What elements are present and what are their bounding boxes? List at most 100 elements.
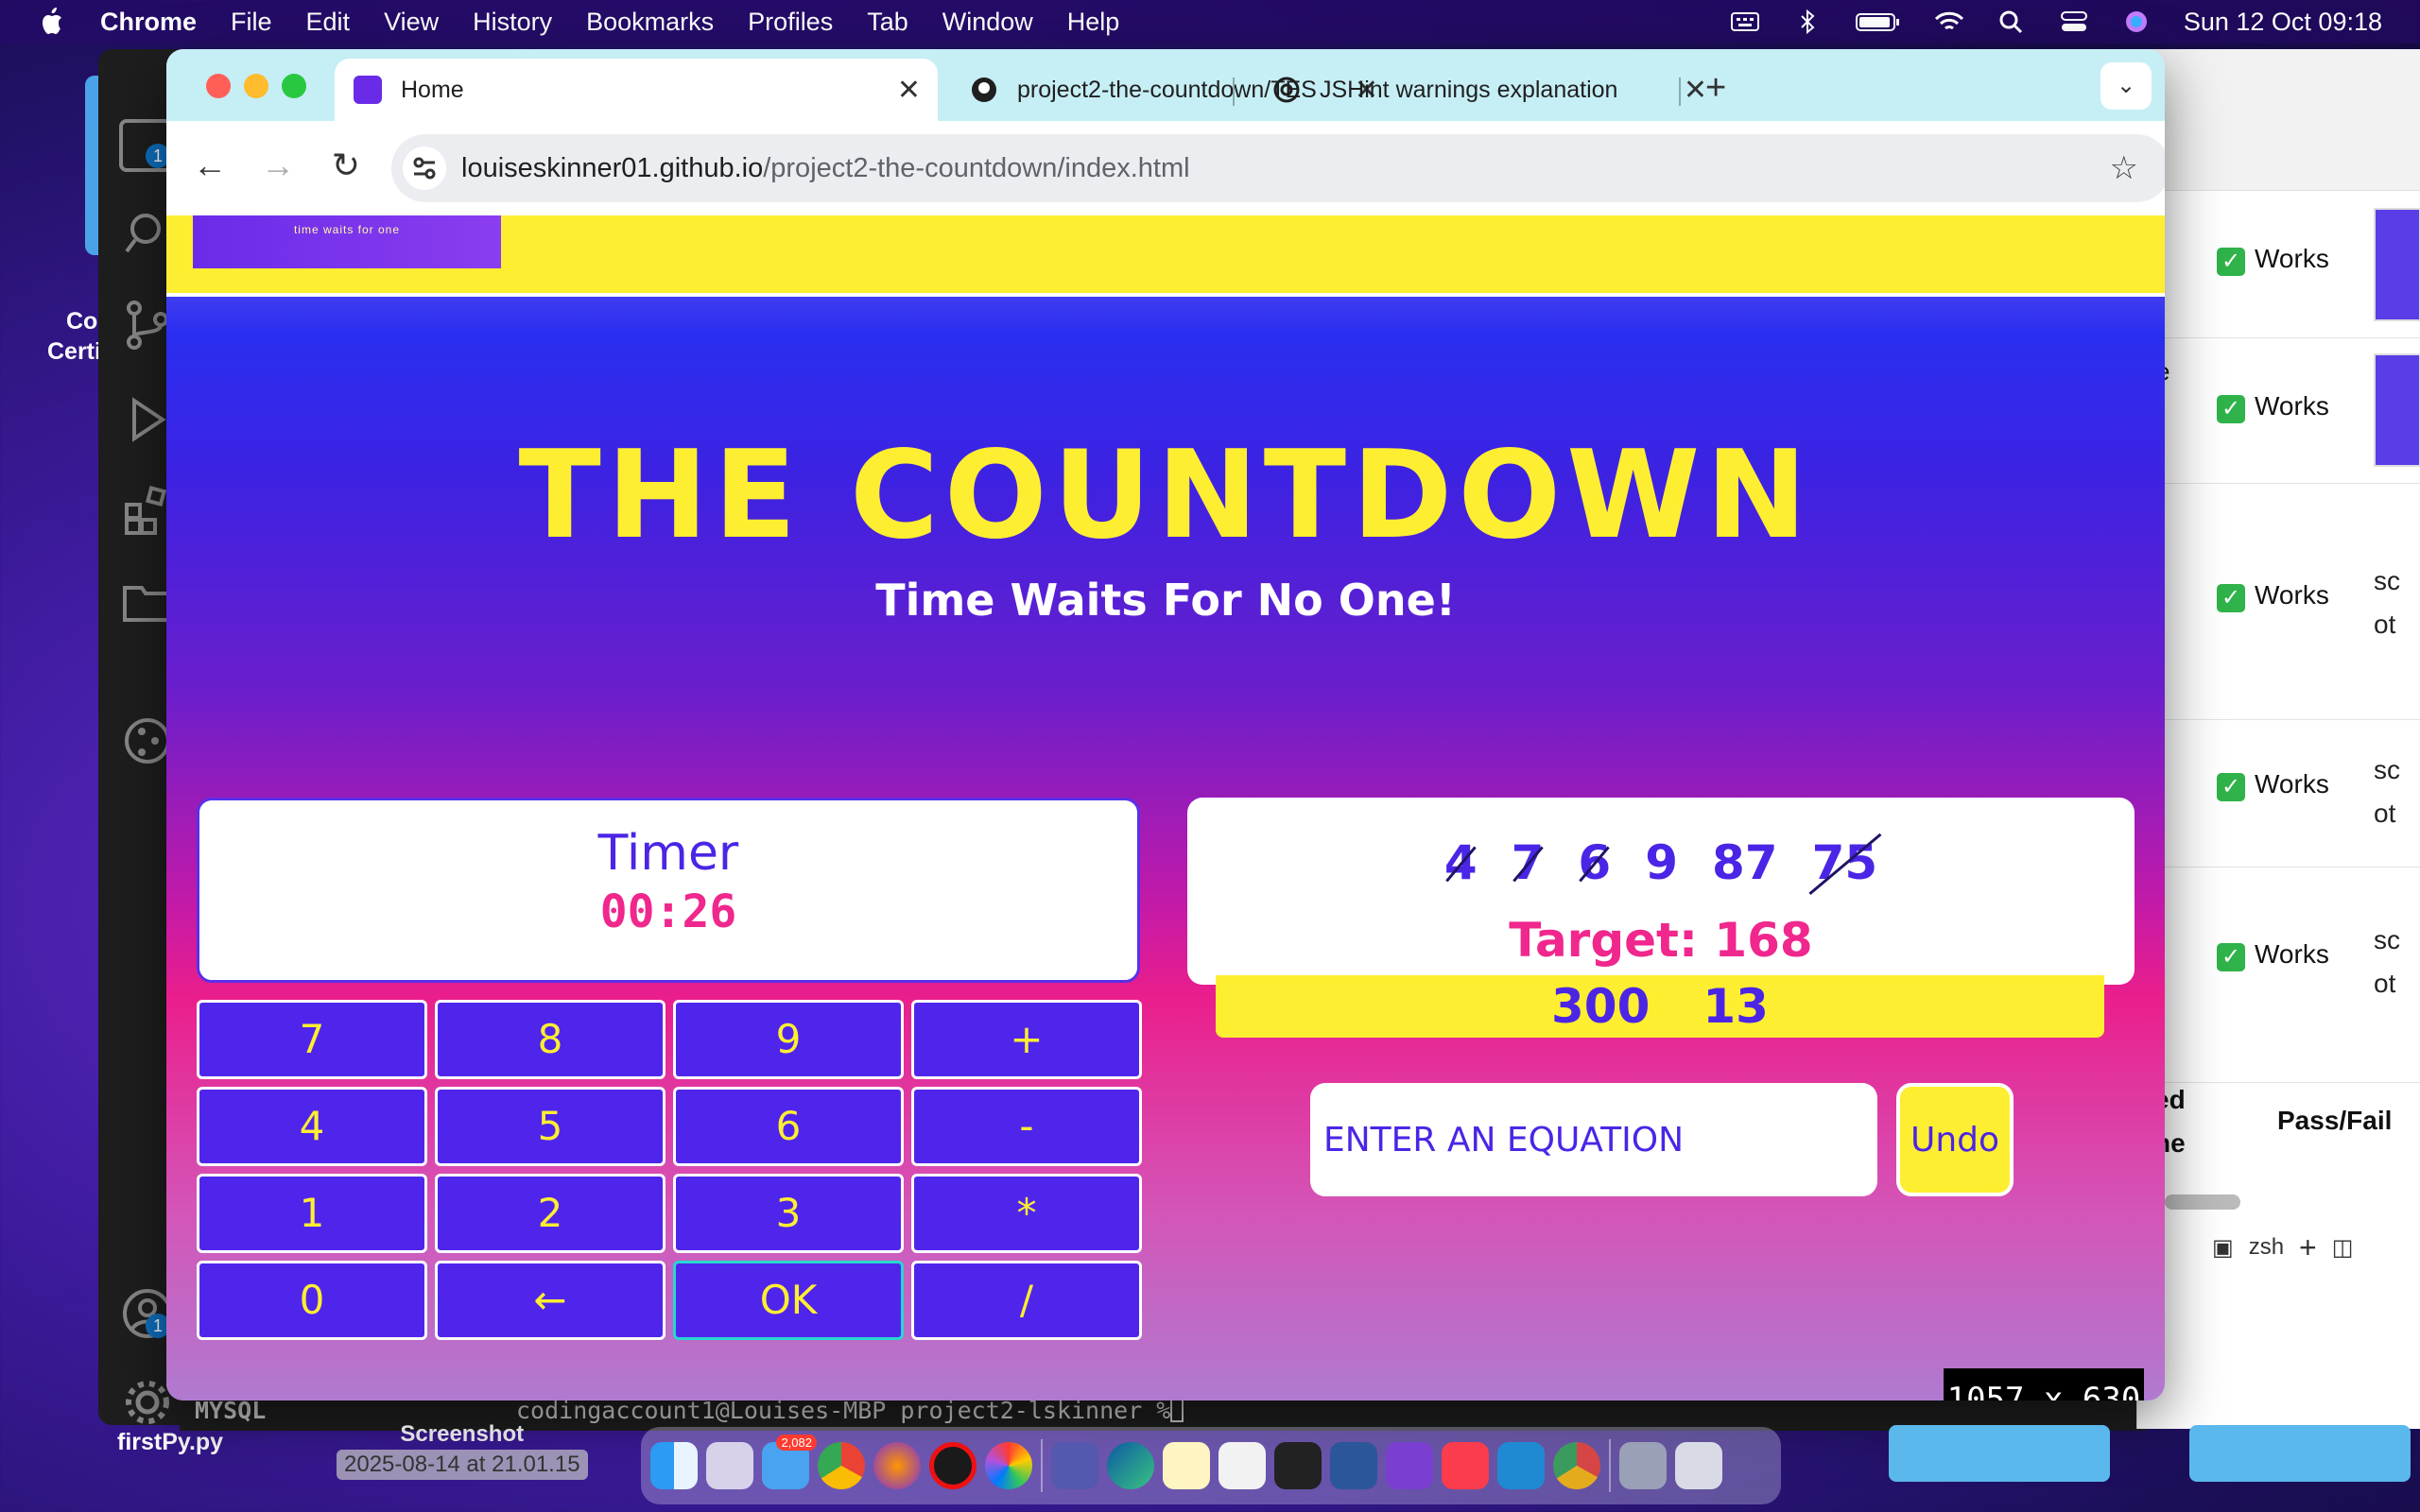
music-icon[interactable] bbox=[1442, 1442, 1489, 1489]
broken-image: sc ot bbox=[2374, 925, 2400, 998]
menu-view[interactable]: View bbox=[384, 8, 439, 37]
back-button[interactable]: ← bbox=[187, 146, 233, 185]
horizontal-scrollbar[interactable] bbox=[2165, 1194, 2240, 1210]
number-tile[interactable]: 6 bbox=[1578, 835, 1611, 890]
menu-tab[interactable]: Tab bbox=[867, 8, 908, 37]
feedback-icon[interactable] bbox=[1219, 1442, 1266, 1489]
screenshot-timestamp: 2025-08-14 at 21.01.15 bbox=[337, 1450, 588, 1480]
key-5[interactable]: 5 bbox=[435, 1087, 666, 1166]
number-tile[interactable]: 75 bbox=[1812, 835, 1878, 890]
split-terminal-icon[interactable]: ◫ bbox=[2332, 1234, 2354, 1262]
edge-icon[interactable] bbox=[1107, 1442, 1154, 1489]
trash-icon[interactable] bbox=[1675, 1442, 1722, 1489]
word-icon[interactable] bbox=[1330, 1442, 1377, 1489]
notes-icon[interactable] bbox=[1163, 1442, 1210, 1489]
menu-edit[interactable]: Edit bbox=[306, 8, 351, 37]
opera-icon[interactable] bbox=[929, 1442, 977, 1489]
control-center-icon[interactable] bbox=[2059, 9, 2089, 34]
tab-title: Home bbox=[401, 76, 464, 103]
key-ok[interactable]: OK bbox=[673, 1261, 904, 1340]
desktop-label: Co bbox=[66, 308, 98, 335]
key-4[interactable]: 4 bbox=[197, 1087, 427, 1166]
address-bar[interactable]: louiseskinner01.github.io/project2-the-c… bbox=[391, 134, 2165, 202]
desktop-folder-icon[interactable] bbox=[1889, 1425, 2110, 1482]
apple-icon[interactable] bbox=[38, 6, 66, 38]
terminal-shell-label[interactable]: zsh bbox=[2249, 1234, 2284, 1261]
tab-search-button[interactable]: ⌄ bbox=[2100, 62, 2152, 110]
desktop-screenshot-label[interactable]: Screenshot 2025-08-14 at 21.01.15 bbox=[337, 1421, 588, 1480]
bookmark-star-icon[interactable]: ☆ bbox=[2110, 149, 2138, 187]
broken-image: sc ot bbox=[2374, 566, 2400, 639]
desktop-file-label[interactable]: firstPy.py bbox=[117, 1429, 223, 1456]
result-value[interactable]: 300 bbox=[1551, 979, 1650, 1034]
mail-icon[interactable]: 2,082 bbox=[762, 1435, 817, 1489]
firefox-icon[interactable] bbox=[873, 1442, 921, 1489]
siri-icon[interactable] bbox=[2121, 9, 2152, 34]
close-window-button[interactable] bbox=[206, 74, 231, 98]
forward-button[interactable]: → bbox=[255, 146, 301, 185]
chrome-icon[interactable] bbox=[818, 1442, 865, 1489]
teams-icon[interactable] bbox=[1051, 1442, 1098, 1489]
site-info-icon[interactable] bbox=[403, 146, 446, 190]
close-tab-icon[interactable]: ✕ bbox=[897, 74, 921, 107]
reload-button[interactable]: ↻ bbox=[323, 146, 369, 185]
photos-icon[interactable] bbox=[985, 1442, 1032, 1489]
bluetooth-icon[interactable] bbox=[1792, 9, 1823, 34]
key-2[interactable]: 2 bbox=[435, 1174, 666, 1253]
vscode-icon[interactable] bbox=[1497, 1442, 1545, 1489]
check-icon: ✓ bbox=[2217, 395, 2245, 423]
key-multiply[interactable]: * bbox=[911, 1174, 1142, 1253]
keyboard-icon[interactable] bbox=[1730, 9, 1760, 34]
tab-jshint[interactable]: JSHint warnings explanation ✕ bbox=[1253, 59, 1821, 121]
tab-home[interactable]: Home ✕ bbox=[335, 59, 938, 121]
add-terminal-icon[interactable]: + bbox=[2299, 1230, 2317, 1265]
search-icon[interactable] bbox=[1996, 9, 2027, 34]
check-icon: ✓ bbox=[2217, 773, 2245, 801]
result-value[interactable]: 13 bbox=[1703, 979, 1769, 1034]
key-9[interactable]: 9 bbox=[673, 1000, 904, 1079]
key-plus[interactable]: + bbox=[911, 1000, 1142, 1079]
launchpad-icon[interactable] bbox=[706, 1442, 753, 1489]
menu-file[interactable]: File bbox=[231, 8, 272, 37]
close-tab-icon[interactable]: ✕ bbox=[1684, 74, 1707, 107]
key-8[interactable]: 8 bbox=[435, 1000, 666, 1079]
key-3[interactable]: 3 bbox=[673, 1174, 904, 1253]
finder-icon[interactable] bbox=[650, 1442, 698, 1489]
timer-card: Timer 00:26 bbox=[197, 798, 1140, 983]
site-logo[interactable]: time waits for one bbox=[193, 215, 501, 268]
chrome-profile-icon[interactable] bbox=[1553, 1442, 1600, 1489]
maximize-window-button[interactable] bbox=[282, 74, 306, 98]
key-0[interactable]: 0 bbox=[197, 1261, 427, 1340]
equation-input[interactable] bbox=[1310, 1083, 1877, 1196]
help-icon[interactable] bbox=[1619, 1442, 1667, 1489]
github-desktop-icon[interactable] bbox=[1386, 1442, 1433, 1489]
menu-bookmarks[interactable]: Bookmarks bbox=[586, 8, 714, 37]
site-header: time waits for one bbox=[166, 215, 2165, 297]
desktop-folder-icon[interactable] bbox=[2189, 1425, 2411, 1482]
key-minus[interactable]: - bbox=[911, 1087, 1142, 1166]
menu-window[interactable]: Window bbox=[942, 8, 1033, 37]
menu-history[interactable]: History bbox=[473, 8, 552, 37]
undo-button[interactable]: Undo bbox=[1896, 1083, 2014, 1196]
wifi-icon[interactable] bbox=[1934, 9, 1964, 34]
menu-profiles[interactable]: Profiles bbox=[748, 8, 833, 37]
key-divide[interactable]: / bbox=[911, 1261, 1142, 1340]
key-7[interactable]: 7 bbox=[197, 1000, 427, 1079]
battery-icon[interactable] bbox=[1855, 9, 1902, 34]
minimize-window-button[interactable] bbox=[244, 74, 268, 98]
terminal-icon[interactable] bbox=[1274, 1442, 1322, 1489]
new-tab-button[interactable]: + bbox=[1705, 68, 1726, 109]
key-6[interactable]: 6 bbox=[673, 1087, 904, 1166]
key-1[interactable]: 1 bbox=[197, 1174, 427, 1253]
terminal-icon[interactable]: ▣ bbox=[2212, 1234, 2234, 1262]
key-backspace[interactable]: ← bbox=[435, 1261, 666, 1340]
clock[interactable]: Sun 12 Oct 09:18 bbox=[2184, 8, 2382, 37]
viewport-dimensions-badge: 1057 x 630 bbox=[1944, 1368, 2144, 1400]
number-tile[interactable]: 7 bbox=[1512, 835, 1545, 890]
menu-app-name[interactable]: Chrome bbox=[100, 8, 197, 37]
number-tile[interactable]: 4 bbox=[1444, 835, 1478, 890]
number-tile[interactable]: 87 bbox=[1712, 835, 1778, 890]
tab-strip: Home ✕ project2-the-countdown/TES ✕ JSHi… bbox=[166, 49, 2165, 121]
number-tile[interactable]: 9 bbox=[1645, 835, 1678, 890]
menu-help[interactable]: Help bbox=[1067, 8, 1120, 37]
